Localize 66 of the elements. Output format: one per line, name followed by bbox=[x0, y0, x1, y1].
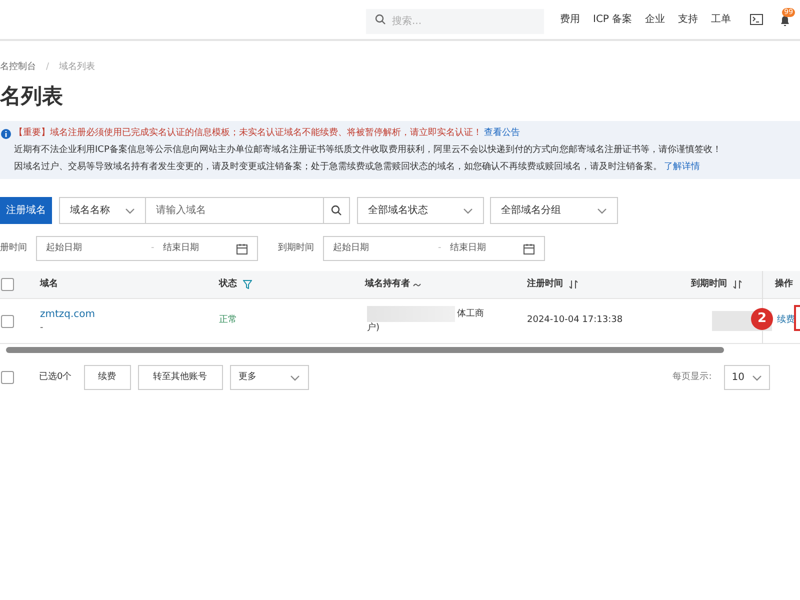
notice-link[interactable]: 了解详情 bbox=[664, 159, 700, 176]
nav-link[interactable]: ICP 备案 bbox=[593, 12, 632, 27]
calendar-icon bbox=[523, 242, 535, 254]
page-size-select[interactable]: 10 bbox=[724, 365, 770, 390]
filter-icon[interactable] bbox=[243, 280, 252, 289]
terminal-icon[interactable] bbox=[750, 14, 764, 25]
page-title: 名列表 bbox=[0, 83, 64, 110]
table-cell-text: 户) bbox=[367, 322, 381, 336]
nav-link[interactable]: 企业 bbox=[645, 12, 666, 27]
table-cell: 2024-10-04 17:13:38 bbox=[527, 315, 623, 326]
tilde-icon bbox=[413, 282, 421, 286]
column-header: 域名 bbox=[40, 278, 58, 291]
table-cell-text: 体工商 bbox=[457, 308, 484, 320]
renew-link[interactable]: 续费 bbox=[777, 314, 795, 328]
notice-text: 【重要】域名注册必须使用已完成实名认证的信息模板；未实名认证域名不能续费、将被暂停解析，请立即实名认证！ bbox=[14, 126, 482, 140]
breadcrumb-item[interactable]: 名控制台 bbox=[0, 61, 36, 75]
sort-icon[interactable] bbox=[569, 280, 578, 289]
search-button[interactable] bbox=[324, 197, 350, 224]
column-header: 注册时间 bbox=[527, 278, 563, 291]
info-icon bbox=[1, 128, 11, 138]
notice-text: 近期有不法企业利用ICP备案信息等公示信息向网站主办单位邮寄域名注册证书等纸质文件收取费用获利，阿里云不会以快递到付的方式向您邮寄域名注册证书等，请你谨慎签收！ bbox=[14, 143, 722, 157]
checkbox[interactable] bbox=[1, 371, 14, 384]
group-select[interactable]: 全部域名分组 bbox=[490, 197, 618, 224]
checkbox[interactable] bbox=[1, 278, 14, 291]
notice-text: 因域名过户、交易等导致域名持有者发生变更的，请及时变更或注销备案；处于急需续费或急需赎回状态的域名，如您确认不再续费或赎回域名，请及时注销备案。 bbox=[14, 160, 662, 174]
status-text: 正常 bbox=[219, 315, 237, 326]
date-range-field[interactable]: 起始日期 - 结束日期 bbox=[36, 236, 258, 261]
chevron-down-icon bbox=[597, 208, 607, 214]
domain-search-field[interactable]: 请输入域名 bbox=[146, 197, 324, 224]
search-field[interactable]: 搜索... bbox=[366, 9, 544, 34]
search-icon bbox=[375, 14, 386, 25]
renew-button[interactable]: 续费 bbox=[84, 365, 131, 390]
date-filter-label: 到期时间 bbox=[278, 242, 314, 255]
chevron-down-icon bbox=[463, 208, 473, 214]
domain-link[interactable]: zmtzq.com bbox=[40, 306, 219, 322]
date-range-field[interactable]: 起始日期 - 结束日期 bbox=[323, 236, 545, 261]
nav-link[interactable]: 费用 bbox=[560, 12, 580, 27]
selected-count: 已选0个 bbox=[39, 370, 72, 384]
notice-link[interactable]: 查看公告 bbox=[484, 125, 520, 142]
scrollbar[interactable] bbox=[6, 347, 724, 353]
table-cell-text: - bbox=[40, 322, 44, 335]
checkbox[interactable] bbox=[1, 314, 14, 328]
chevron-down-icon bbox=[125, 208, 135, 214]
chevron-down-icon bbox=[290, 374, 300, 380]
nav-link[interactable]: 工单 bbox=[711, 12, 732, 27]
chevron-down-icon bbox=[752, 374, 762, 380]
column-header: 操作 bbox=[775, 278, 793, 291]
transfer-button[interactable]: 转至其他账号 bbox=[138, 365, 223, 390]
date-filter-label: 册时间 bbox=[0, 242, 27, 255]
breadcrumb-item: 域名列表 bbox=[59, 61, 96, 74]
step-badge: 2 bbox=[751, 308, 773, 330]
register-domain-button[interactable]: 注册域名 bbox=[0, 197, 52, 224]
nav-link[interactable]: 支持 bbox=[678, 12, 698, 27]
calendar-icon bbox=[236, 242, 248, 254]
status-select[interactable]: 全部域名状态 bbox=[357, 197, 484, 224]
highlight-frame bbox=[794, 304, 800, 330]
column-header: 域名持有者 bbox=[365, 278, 410, 291]
bell-icon[interactable] bbox=[780, 14, 790, 26]
more-select[interactable]: 更多 bbox=[230, 365, 309, 390]
page-size-label: 每页显示: bbox=[672, 370, 712, 384]
search-type-select[interactable]: 域名名称 bbox=[59, 197, 146, 224]
sort-icon[interactable] bbox=[733, 280, 742, 289]
breadcrumb-separator: / bbox=[46, 61, 50, 74]
search-icon bbox=[331, 205, 342, 216]
column-header: 状态 bbox=[219, 278, 237, 291]
column-header: 到期时间 bbox=[691, 278, 727, 291]
